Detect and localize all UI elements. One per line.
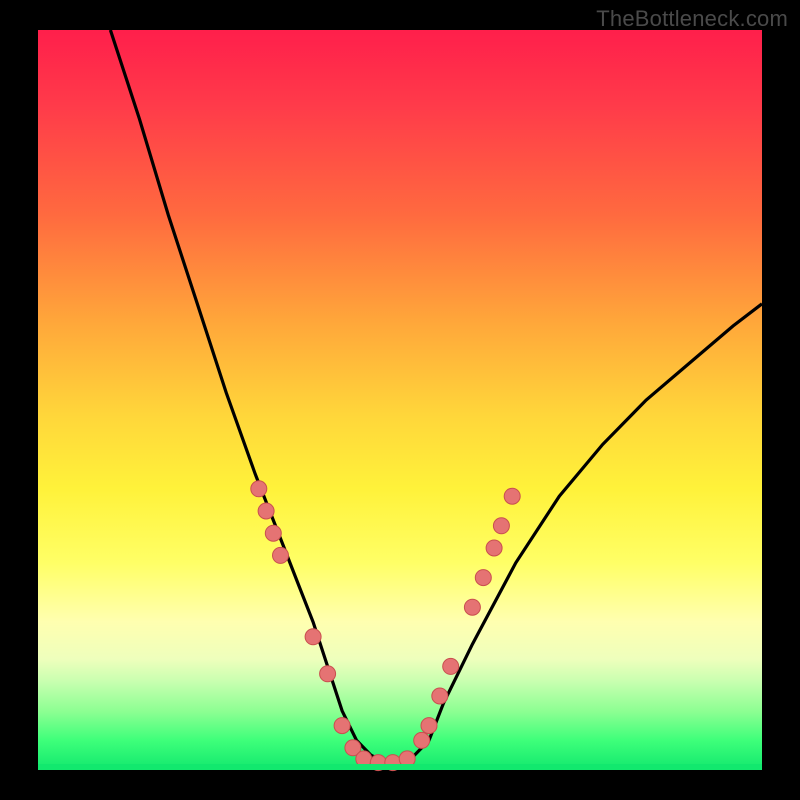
chart-plot-area bbox=[38, 30, 762, 770]
chart-marker bbox=[320, 666, 336, 682]
chart-marker bbox=[251, 481, 267, 497]
chart-marker bbox=[305, 629, 321, 645]
chart-marker bbox=[414, 732, 430, 748]
curve-path bbox=[110, 30, 762, 763]
chart-marker bbox=[443, 658, 459, 674]
chart-marker bbox=[475, 570, 491, 586]
chart-marker bbox=[432, 688, 448, 704]
chart-marker bbox=[486, 540, 502, 556]
chart-marker bbox=[493, 518, 509, 534]
chart-marker bbox=[273, 547, 289, 563]
chart-markers bbox=[251, 481, 520, 771]
watermark-text: TheBottleneck.com bbox=[596, 6, 788, 32]
bottleneck-curve bbox=[110, 30, 762, 763]
chart-marker bbox=[334, 718, 350, 734]
chart-bottom-band bbox=[38, 764, 762, 770]
chart-frame: TheBottleneck.com bbox=[0, 0, 800, 800]
chart-marker bbox=[421, 718, 437, 734]
chart-marker bbox=[258, 503, 274, 519]
chart-svg bbox=[38, 30, 762, 770]
chart-marker bbox=[504, 488, 520, 504]
chart-marker bbox=[464, 599, 480, 615]
chart-marker bbox=[265, 525, 281, 541]
